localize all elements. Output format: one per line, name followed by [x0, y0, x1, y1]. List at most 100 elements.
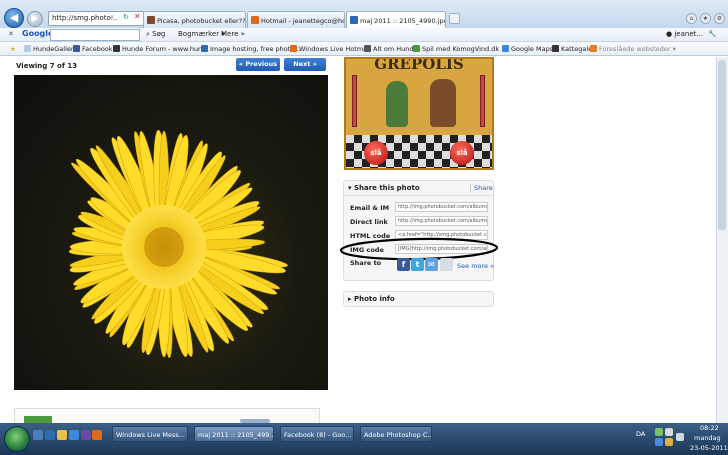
task-windows-live-messenger[interactable]: Windows Live Mess... [112, 426, 188, 442]
fav-label: Kattegale [561, 45, 593, 53]
fav-item[interactable]: Alt om Hund [364, 45, 414, 53]
tab-picasa[interactable]: Picasa, photobucket eller??? Hj... [143, 11, 246, 28]
close-toolbar-icon[interactable]: ✕ [8, 30, 14, 38]
email-im-field[interactable]: http://img.photobucket.com/albums/v18 [395, 202, 488, 212]
facebook-share-icon[interactable]: f [397, 258, 410, 271]
share-panel-title: Share this photo [353, 184, 420, 192]
photo-viewer[interactable] [14, 75, 328, 390]
fav-item[interactable]: Image hosting, free photo... [201, 45, 300, 53]
app-icon[interactable] [81, 430, 91, 440]
health-bar-left [352, 75, 357, 127]
fav-label: Facebook [82, 45, 113, 53]
home-icon[interactable]: ⌂ [686, 13, 697, 24]
tray-icon[interactable] [655, 438, 663, 446]
fav-item[interactable]: Google Maps [502, 45, 553, 53]
suggested-sites-icon [590, 45, 597, 52]
scrollbar-thumb[interactable] [718, 60, 726, 230]
clock-date: 23-05-2011 [690, 444, 728, 452]
more-menu[interactable]: Mere » [221, 30, 245, 38]
twitter-share-icon[interactable]: t [411, 258, 424, 271]
fav-label: Windows Live Hotmail [299, 45, 371, 53]
previous-button[interactable]: « Previous [236, 58, 280, 71]
wrench-icon[interactable]: 🔧 [708, 30, 717, 38]
game-advertisement[interactable]: GREPOLIS slå slå [344, 57, 494, 170]
fav-label: HundeGalleri [33, 45, 76, 53]
ad-attack-button-right[interactable]: slå [450, 141, 474, 165]
clock-time[interactable]: 08:22 [700, 424, 719, 432]
direct-link-field[interactable]: http://img.photobucket.com/albums/v18 [395, 216, 488, 226]
fav-item[interactable]: HundeGalleri [24, 45, 75, 53]
next-button[interactable]: Next » [284, 58, 326, 71]
stop-icon[interactable]: ✕ [134, 12, 141, 21]
tray-icon[interactable] [665, 438, 673, 446]
start-button[interactable] [4, 426, 30, 452]
forward-button[interactable]: ▶ [27, 11, 43, 27]
favorites-star-icon[interactable]: ★ [10, 45, 16, 53]
tray-icon[interactable] [655, 428, 663, 436]
see-more-link[interactable]: See more » [457, 262, 494, 270]
medusa-figure [386, 81, 408, 127]
desktop-icon[interactable] [33, 430, 43, 440]
tools-icon[interactable]: ⚙ [714, 13, 725, 24]
fav-item[interactable]: Spil med KomogVind.dk [413, 45, 499, 53]
bookmarks-menu[interactable]: Bogmærker ▾ [178, 30, 225, 38]
search-icon[interactable]: ⌕ [110, 13, 114, 22]
refresh-icon[interactable]: ↻ [123, 13, 129, 21]
task-facebook[interactable]: Facebook (8) - Goo... [280, 426, 354, 442]
messenger-share-icon[interactable]: ✉ [425, 258, 438, 271]
google-logo: Google [22, 29, 54, 38]
tab-label: maj 2011 :: 2105_4990.jpg i... [360, 17, 446, 25]
media-icon[interactable] [69, 430, 79, 440]
task-photobucket[interactable]: maj 2011 :: 2105_499... [194, 426, 274, 442]
task-photoshop[interactable]: Adobe Photoshop C... [360, 426, 432, 442]
fav-label: Hunde Forum - www.hun... [122, 45, 209, 53]
share-panel-header[interactable]: ▾ Share this photo [348, 184, 420, 192]
explorer-icon[interactable] [57, 430, 67, 440]
viewing-counter: Viewing 7 of 13 [16, 62, 78, 70]
search-label: Søg [152, 30, 166, 38]
direct-link-label: Direct link [350, 218, 388, 226]
fav-item[interactable]: Hunde Forum - www.hun... [113, 45, 208, 53]
firefox-icon[interactable] [92, 430, 102, 440]
fav-item[interactable]: Foreslåede websteder ▾ [590, 45, 676, 53]
google-search-input[interactable] [50, 29, 140, 41]
paw-icon [147, 16, 155, 24]
fav-label: Spil med KomogVind.dk [422, 45, 500, 53]
fav-label: Alt om Hund [373, 45, 414, 53]
tab-label: Picasa, photobucket eller??? Hj... [157, 17, 246, 25]
tab-photobucket[interactable]: maj 2011 :: 2105_4990.jpg i... [346, 11, 446, 28]
photobucket-icon [350, 16, 358, 24]
hotmail-icon [290, 45, 297, 52]
address-text: http://smg.photo... [52, 14, 118, 22]
fav-item[interactable]: Kattegale [552, 45, 592, 53]
tray-icon[interactable] [665, 428, 673, 436]
photobucket-icon [201, 45, 208, 52]
share-link[interactable]: Share [470, 184, 493, 192]
paw-icon [113, 45, 120, 52]
volume-icon[interactable] [676, 433, 684, 441]
ad-title: GREPOLIS [374, 57, 464, 73]
dog-icon [364, 45, 371, 52]
ad-attack-button-left[interactable]: slå [364, 141, 388, 165]
hotmail-icon [251, 16, 259, 24]
ie-icon[interactable] [45, 430, 55, 440]
account-menu[interactable]: ● jeanet... [666, 30, 703, 38]
fav-item[interactable]: Windows Live Hotmail [290, 45, 371, 53]
language-indicator[interactable]: DA [636, 430, 645, 438]
game-icon [413, 45, 420, 52]
page-icon [24, 45, 31, 52]
favorites-icon[interactable]: ★ [700, 13, 711, 24]
photo-info-header: ▸ Photo info [348, 295, 395, 303]
divider [343, 195, 494, 196]
more-share-icon[interactable] [440, 258, 453, 271]
thumbnail-strip[interactable] [24, 416, 52, 423]
back-button[interactable]: ◀ [4, 8, 24, 28]
new-tab-button[interactable] [449, 13, 460, 24]
fav-label: Google Maps [511, 45, 554, 53]
more-label: Mere [221, 30, 239, 38]
fav-item[interactable]: Facebook [73, 45, 113, 53]
search-button[interactable]: ⌕ Søg [146, 30, 165, 39]
fav-label: Foreslåede websteder [599, 45, 671, 53]
address-bar[interactable]: http://smg.photo... [48, 11, 144, 26]
tab-hotmail[interactable]: Hotmail - jeanettegco@hotm... [247, 11, 345, 28]
